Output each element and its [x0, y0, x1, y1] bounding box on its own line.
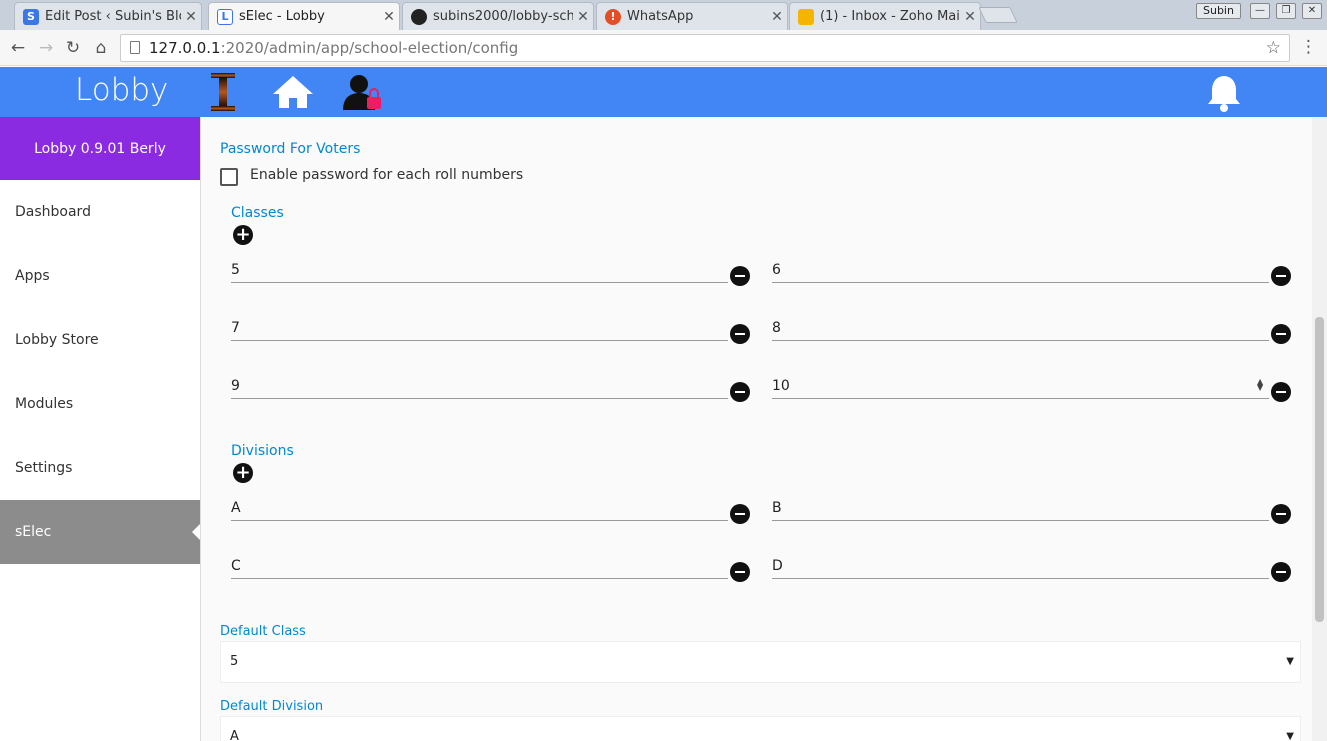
browser-tab-strip: S Edit Post ‹ Subin's Blog — ✕ L sElec -…: [0, 0, 1327, 30]
reload-icon[interactable]: ↻: [63, 38, 83, 58]
tab-title: WhatsApp: [627, 9, 694, 24]
division-field[interactable]: B: [772, 497, 1269, 521]
tab-title: sElec - Lobby: [239, 9, 325, 24]
address-bar[interactable]: 127.0.0.1:2020/admin/app/school-election…: [120, 34, 1290, 62]
browser-toolbar: ← → ↻ ⌂ 127.0.0.1:2020/admin/app/school-…: [0, 30, 1327, 66]
close-window-icon[interactable]: ✕: [1302, 3, 1322, 19]
app-header: Lobby: [0, 67, 1327, 117]
minimize-icon[interactable]: —: [1250, 3, 1270, 19]
password-checkbox[interactable]: [220, 168, 238, 186]
home-browser-icon[interactable]: ⌂: [91, 38, 111, 58]
browser-tab-whatsapp[interactable]: ! WhatsApp ✕: [596, 2, 788, 30]
default-class-value: 5: [230, 654, 239, 669]
class-field[interactable]: 9: [231, 375, 728, 399]
remove-division-icon[interactable]: [730, 504, 750, 524]
version-banner: Lobby 0.9.01 Berly: [0, 117, 200, 180]
remove-class-icon[interactable]: [1271, 266, 1291, 286]
browser-tab-zoho[interactable]: (1) - Inbox - Zoho Mail (s ✕: [789, 2, 981, 30]
sidebar-item-selec[interactable]: sElec: [0, 500, 200, 564]
password-section-title: Password For Voters: [220, 141, 361, 157]
remove-class-icon[interactable]: [730, 324, 750, 344]
restore-icon[interactable]: ❐: [1276, 3, 1296, 19]
remove-division-icon[interactable]: [730, 562, 750, 582]
browser-tab-blog[interactable]: S Edit Post ‹ Subin's Blog — ✕: [14, 2, 202, 30]
remove-class-icon[interactable]: [730, 266, 750, 286]
warning-favicon-icon: !: [605, 8, 621, 25]
sidebar-item-settings[interactable]: Settings: [0, 436, 200, 500]
tab-title: subins2000/lobby-schoo: [433, 9, 573, 24]
default-division-select[interactable]: A ▼: [220, 716, 1301, 741]
default-division-label: Default Division: [220, 699, 324, 714]
scrollbar[interactable]: [1312, 117, 1327, 741]
profile-button[interactable]: Subin: [1196, 3, 1241, 19]
class-field[interactable]: 6: [772, 259, 1269, 283]
page-icon: [130, 41, 140, 54]
config-panel: Password For Voters Enable password for …: [201, 117, 1312, 741]
default-class-label: Default Class: [220, 624, 306, 639]
sidebar-item-apps[interactable]: Apps: [0, 244, 200, 308]
remove-division-icon[interactable]: [1271, 504, 1291, 524]
sidebar-item-lobby-store[interactable]: Lobby Store: [0, 308, 200, 372]
github-icon: [411, 8, 427, 25]
class-field[interactable]: 5: [231, 259, 728, 283]
bell-icon[interactable]: [1205, 73, 1243, 113]
division-field[interactable]: C: [231, 555, 728, 579]
remove-division-icon[interactable]: [1271, 562, 1291, 582]
scrollbar-thumb[interactable]: [1315, 317, 1324, 622]
browser-tab-selec[interactable]: L sElec - Lobby ✕: [208, 2, 400, 30]
url-host: 127.0.0.1: [149, 39, 221, 57]
class-field[interactable]: 10: [772, 375, 1269, 399]
default-division-value: A: [230, 729, 239, 741]
brand-title[interactable]: Lobby: [75, 72, 168, 108]
new-tab-button[interactable]: [978, 7, 1018, 23]
division-field[interactable]: A: [231, 497, 728, 521]
close-tab-icon[interactable]: ✕: [379, 9, 399, 25]
division-field[interactable]: D: [772, 555, 1269, 579]
close-tab-icon[interactable]: ✕: [573, 9, 593, 25]
admin-user-icon[interactable]: [342, 73, 384, 111]
close-tab-icon[interactable]: ✕: [960, 9, 980, 25]
remove-class-icon[interactable]: [730, 382, 750, 402]
blog-favicon-icon: S: [23, 8, 39, 25]
sidebar-item-modules[interactable]: Modules: [0, 372, 200, 436]
close-tab-icon[interactable]: ✕: [181, 9, 201, 25]
sidebar: Lobby 0.9.01 Berly Dashboard Apps Lobby …: [0, 117, 201, 741]
lobby-favicon-icon: L: [217, 8, 233, 25]
sidebar-item-dashboard[interactable]: Dashboard: [0, 180, 200, 244]
classes-label: Classes: [231, 205, 284, 221]
tab-title: (1) - Inbox - Zoho Mail (s: [820, 9, 960, 24]
add-division-icon[interactable]: +: [233, 463, 253, 483]
bookmark-star-icon[interactable]: ☆: [1266, 35, 1281, 61]
divisions-label: Divisions: [231, 443, 294, 459]
url-path: :2020/admin/app/school-election/config: [220, 39, 519, 57]
remove-class-icon[interactable]: [1271, 324, 1291, 344]
number-spinner-icon[interactable]: ▲ ▼: [1257, 378, 1263, 392]
mail-icon: [798, 8, 814, 25]
dropdown-arrow-icon: ▼: [1286, 656, 1294, 667]
tab-title: Edit Post ‹ Subin's Blog —: [45, 9, 181, 24]
default-class-select[interactable]: 5 ▼: [220, 641, 1301, 683]
back-icon[interactable]: ←: [8, 38, 28, 58]
remove-class-icon[interactable]: [1271, 382, 1291, 402]
forward-icon[interactable]: →: [36, 38, 56, 58]
class-field[interactable]: 7: [231, 317, 728, 341]
home-icon[interactable]: [272, 75, 314, 109]
password-checkbox-label[interactable]: Enable password for each roll numbers: [250, 167, 523, 183]
browser-menu-icon[interactable]: ⋮: [1300, 37, 1317, 57]
add-class-icon[interactable]: +: [233, 225, 253, 245]
dropdown-arrow-icon: ▼: [1286, 731, 1294, 741]
close-tab-icon[interactable]: ✕: [767, 9, 787, 25]
instance-logo-icon[interactable]: [209, 72, 237, 112]
class-field[interactable]: 8: [772, 317, 1269, 341]
browser-tab-github[interactable]: subins2000/lobby-schoo ✕: [402, 2, 594, 30]
